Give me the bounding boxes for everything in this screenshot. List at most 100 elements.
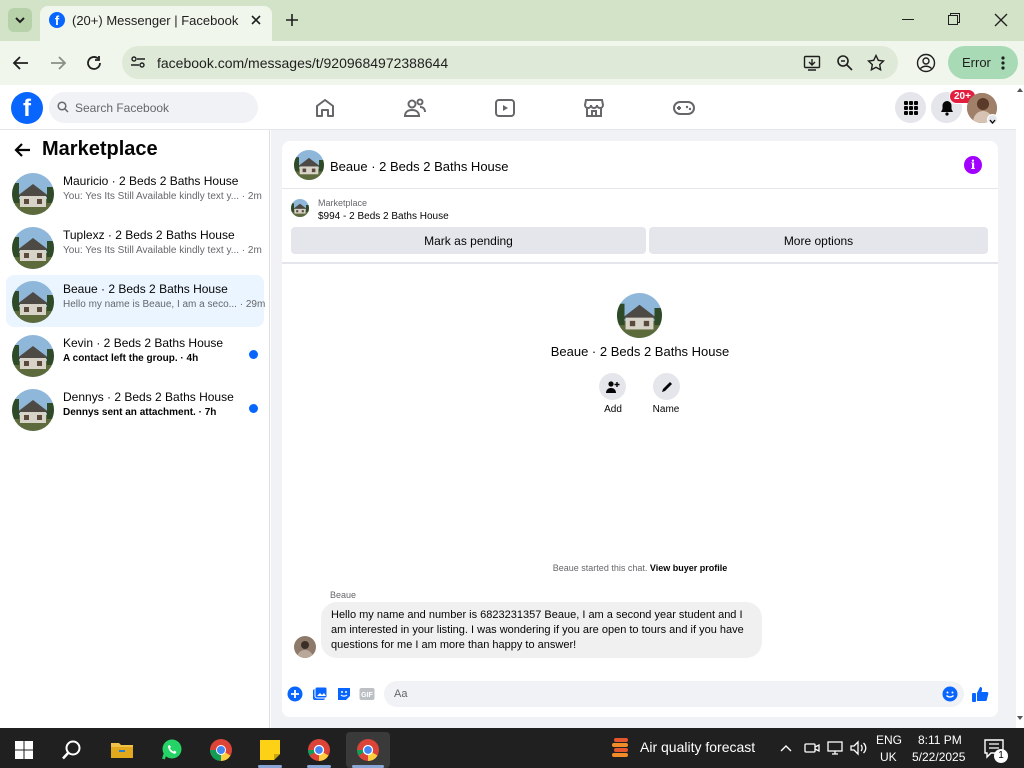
emoji-icon[interactable] xyxy=(942,686,958,702)
photo-icon[interactable] xyxy=(312,686,328,702)
start-button[interactable] xyxy=(2,732,46,768)
error-menu-button[interactable]: Error xyxy=(948,46,1018,79)
message-bubble[interactable]: Hello my name and number is 6823231357 B… xyxy=(321,602,762,658)
tab-close-icon[interactable] xyxy=(248,12,264,28)
message-input[interactable] xyxy=(384,681,964,707)
close-window-icon[interactable] xyxy=(994,13,1008,27)
chrome-profile-button[interactable] xyxy=(297,732,341,768)
pencil-icon xyxy=(661,381,672,392)
search-icon xyxy=(62,740,81,760)
conversation-info-icon[interactable]: i xyxy=(964,156,982,174)
clock-date[interactable]: 5/22/2025 xyxy=(912,750,965,764)
chat-started-text: Beaue started this chat. xyxy=(552,563,648,573)
meet-now-icon[interactable] xyxy=(804,740,820,756)
clock-time[interactable]: 8:11 PM xyxy=(918,733,962,747)
profile-icon[interactable] xyxy=(916,53,936,73)
conversation-item[interactable]: Beaue · 2 Beds 2 Baths House Hello my nam… xyxy=(6,275,266,327)
zoom-icon[interactable] xyxy=(836,54,854,72)
chrome-button[interactable] xyxy=(199,732,243,768)
friends-icon[interactable] xyxy=(403,96,427,120)
chrome-icon xyxy=(357,739,379,761)
sticker-icon[interactable] xyxy=(336,686,352,702)
mark-as-pending-label: Mark as pending xyxy=(424,233,513,248)
minimize-icon[interactable] xyxy=(902,19,914,20)
name-label: Name xyxy=(652,404,680,415)
air-quality-text[interactable]: Air quality forecast xyxy=(640,739,755,755)
search-placeholder: Search Facebook xyxy=(75,101,170,115)
chat-title[interactable]: Beaue · 2 Beds 2 Baths House xyxy=(330,159,509,174)
marketplace-icon[interactable] xyxy=(582,96,606,120)
back-icon[interactable] xyxy=(12,54,30,72)
conversation-item[interactable]: Dennys · 2 Beds 2 Baths House Dennys sent… xyxy=(6,383,264,435)
conversation-item[interactable]: Tuplexz · 2 Beds 2 Baths House You: Yes I… xyxy=(6,221,264,273)
menu-grid-button[interactable] xyxy=(895,92,926,123)
conversation-avatar xyxy=(12,335,54,377)
language-indicator-bottom[interactable]: UK xyxy=(880,750,897,764)
page-scrollbar[interactable] xyxy=(1016,86,1024,728)
name-chat-button[interactable] xyxy=(653,373,680,400)
more-actions-plus-icon[interactable] xyxy=(287,686,303,702)
taskbar-search-button[interactable] xyxy=(50,732,94,768)
notification-count-badge: 1 xyxy=(994,749,1008,763)
conversation-name: Tuplexz · 2 Beds 2 Baths House xyxy=(63,228,235,242)
whatsapp-button[interactable] xyxy=(150,732,194,768)
folder-icon xyxy=(111,743,133,758)
sender-avatar[interactable] xyxy=(294,636,316,658)
conversation-preview: Dennys sent an attachment. · 7h xyxy=(63,407,217,418)
search-icon xyxy=(57,101,69,113)
profile-name: Beaue · 2 Beds 2 Baths House xyxy=(550,344,730,359)
install-app-icon[interactable] xyxy=(803,54,821,72)
file-explorer-button[interactable] xyxy=(100,732,144,768)
new-tab-icon[interactable] xyxy=(283,11,301,29)
back-arrow-icon[interactable] xyxy=(14,141,32,159)
video-icon[interactable] xyxy=(493,96,517,120)
mark-as-pending-button[interactable]: Mark as pending xyxy=(291,227,646,254)
listing-price[interactable]: $994 - 2 Beds 2 Baths House xyxy=(318,211,449,222)
conversation-avatar xyxy=(12,281,54,323)
network-icon[interactable] xyxy=(827,740,843,756)
sticky-notes-button[interactable] xyxy=(248,732,292,768)
chat-header-avatar[interactable] xyxy=(294,150,324,180)
conversation-item[interactable]: Kevin · 2 Beds 2 Baths House A contact le… xyxy=(6,329,264,381)
profile-avatar[interactable] xyxy=(617,293,662,338)
restore-icon[interactable] xyxy=(948,13,960,25)
gaming-icon[interactable] xyxy=(672,96,696,120)
tab-title: (20+) Messenger | Facebook xyxy=(72,13,239,28)
more-vert-icon xyxy=(1001,55,1005,70)
add-label: Add xyxy=(604,404,622,415)
chrome-active-button[interactable] xyxy=(346,732,390,768)
conversation-item[interactable]: Mauricio · 2 Beds 2 Baths House You: Yes … xyxy=(6,167,264,219)
air-quality-icon[interactable] xyxy=(611,737,631,759)
listing-source-label: Marketplace xyxy=(318,198,368,208)
language-indicator-top[interactable]: ENG xyxy=(876,733,902,747)
whatsapp-icon xyxy=(162,739,182,760)
reload-icon[interactable] xyxy=(85,54,103,72)
windows-icon xyxy=(15,741,33,759)
volume-icon[interactable] xyxy=(850,740,868,756)
gif-icon[interactable]: GIF xyxy=(359,686,375,702)
divider xyxy=(282,262,998,264)
add-people-button[interactable] xyxy=(599,373,626,400)
account-chevron-icon[interactable] xyxy=(987,114,998,125)
url-text[interactable]: facebook.com/messages/t/9209684972388644 xyxy=(157,55,448,71)
message-placeholder: Aa xyxy=(394,688,408,700)
like-thumb-icon[interactable] xyxy=(971,685,989,703)
facebook-logo[interactable]: f xyxy=(11,92,43,124)
site-info-icon[interactable] xyxy=(130,54,146,70)
more-options-button[interactable]: More options xyxy=(649,227,988,254)
unread-dot xyxy=(249,350,258,359)
unread-dot xyxy=(249,404,258,413)
chevron-down-icon xyxy=(15,17,25,24)
facebook-favicon-icon: f xyxy=(49,12,65,28)
conversation-avatar xyxy=(12,389,54,431)
svg-text:GIF: GIF xyxy=(361,692,373,699)
view-buyer-profile-link[interactable]: View buyer profile xyxy=(650,563,727,573)
forward-icon[interactable] xyxy=(49,54,67,72)
tab-search-button[interactable] xyxy=(8,8,32,32)
conversation-name: Beaue · 2 Beds 2 Baths House xyxy=(63,282,228,296)
bookmark-star-icon[interactable] xyxy=(866,53,886,72)
conversation-preview: Hello my name is Beaue, I am a seco... ·… xyxy=(63,299,266,310)
listing-thumbnail[interactable] xyxy=(291,199,309,217)
show-hidden-icons-chevron[interactable] xyxy=(779,742,793,754)
home-icon[interactable] xyxy=(313,96,337,120)
